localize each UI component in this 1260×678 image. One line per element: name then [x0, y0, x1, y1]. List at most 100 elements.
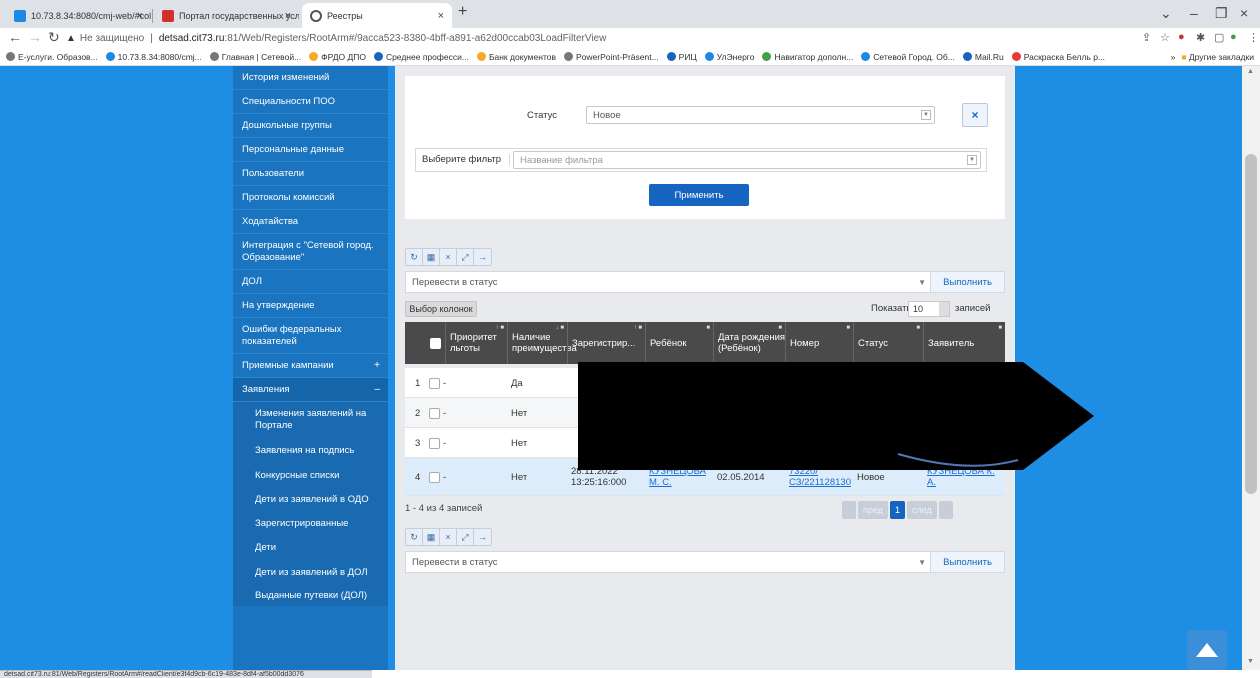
sidebar-subitem[interactable]: Заявления на подпись [233, 438, 388, 464]
col-advantage[interactable]: Наличие преимущества ↓ ■ [507, 322, 577, 364]
bookmark[interactable]: Сетевой Город. Об... [861, 52, 955, 62]
scroll-to-top-button[interactable] [1187, 630, 1227, 670]
col-birthdate[interactable]: Дата рождения (Ребёнок) ■ [713, 322, 785, 364]
scrollbar-thumb[interactable] [1245, 154, 1257, 494]
menu-icon[interactable]: ⋮ [1248, 31, 1259, 44]
page-size-select[interactable]: 10 [908, 301, 950, 317]
row-checkbox[interactable] [429, 407, 440, 419]
transfer-status-bar[interactable]: Перевести в статус ▼ Выполнить [405, 271, 1005, 293]
sidebar-item[interactable]: История изменений [233, 66, 388, 90]
filter-select[interactable]: Название фильтра ▼ [513, 151, 981, 169]
last-page-button[interactable] [938, 501, 953, 519]
sidebar-item[interactable]: Дошкольные группы [233, 114, 388, 138]
clear-status-button[interactable]: × [962, 103, 988, 127]
close-icon[interactable]: × [440, 249, 457, 265]
sidebar-item[interactable]: Заявления – [233, 378, 388, 402]
sidebar-item[interactable]: Ходатайства [233, 210, 388, 234]
bookmark[interactable]: 10.73.8.34:8080/cmj... [105, 52, 202, 62]
row-checkbox[interactable] [429, 377, 440, 389]
bookmark[interactable]: Е-услуги. Образов... [6, 52, 98, 62]
first-page-button[interactable] [842, 501, 856, 519]
bookmark[interactable]: Mail.Ru [962, 52, 1004, 62]
sidebar-item[interactable]: Интеграция с "Сетевой город. Образование… [233, 234, 388, 270]
bookmark[interactable]: РИЦ [666, 52, 697, 62]
bookmark[interactable]: Навигатор дополн... [762, 52, 853, 62]
page-1-button[interactable]: 1 [889, 501, 905, 519]
star-icon[interactable]: ☆ [1160, 31, 1170, 44]
sidebar-subitem[interactable]: Дети из заявлений в ДОЛ [233, 560, 388, 586]
sidebar-item[interactable]: Персональные данные [233, 138, 388, 162]
adblock-icon[interactable]: ● [1178, 31, 1185, 43]
share-icon[interactable]: ⇪ [1142, 31, 1151, 44]
col-registered[interactable]: Зарегистрир... ↑ ■ [567, 322, 645, 364]
expand-icon[interactable]: + [374, 360, 380, 372]
bookmark[interactable]: Главная | Сетевой... [209, 52, 301, 62]
grid-icon[interactable]: ▦ [423, 529, 440, 545]
sidebar-item[interactable]: Приемные кампании + [233, 354, 388, 378]
choose-columns-button[interactable]: Выбор колонок [405, 301, 477, 317]
close-icon[interactable]: × [137, 10, 143, 22]
sidebar-item[interactable]: Протоколы комиссий [233, 186, 388, 210]
close-icon[interactable]: × [285, 10, 291, 22]
bookmark[interactable]: ФРДО ДПО [309, 52, 366, 62]
next-page-button[interactable]: след [906, 501, 937, 519]
forward-icon[interactable]: → [28, 29, 42, 45]
apply-button[interactable]: Применить [649, 184, 749, 206]
scroll-down-icon[interactable]: ▼ [1247, 658, 1254, 665]
arrow-right-icon[interactable]: → [474, 529, 491, 545]
sidebar-subitem[interactable]: Изменения заявлений на Портале [233, 402, 388, 438]
tab-registers[interactable]: Реестры × [302, 3, 452, 28]
sidebar-subitem[interactable]: Конкурсные списки [233, 464, 388, 488]
minimize-icon[interactable]: – [1190, 5, 1198, 21]
col-child[interactable]: Ребёнок ■ [645, 322, 713, 364]
reload-icon[interactable]: ↻ [48, 29, 60, 46]
sidepanel-icon[interactable]: ▢ [1214, 31, 1224, 44]
row-checkbox[interactable] [429, 471, 440, 483]
refresh-icon[interactable]: ↻ [406, 529, 423, 545]
extensions-icon[interactable]: ✱ [1196, 31, 1205, 44]
status-select[interactable]: Новое ▼ [586, 106, 935, 124]
scrollbar[interactable]: ▲ ▼ [1242, 66, 1260, 670]
close-icon[interactable]: × [438, 10, 444, 22]
col-status[interactable]: Статус ■ [853, 322, 923, 364]
tab-cmj[interactable]: 10.73.8.34:8080/cmj-web/#collec × [6, 3, 151, 28]
transfer-status-bar-bottom[interactable]: Перевести в статус ▼ Выполнить [405, 551, 1005, 573]
bookmarks-more-icon[interactable]: » [1171, 52, 1176, 62]
grid-icon[interactable]: ▦ [423, 249, 440, 265]
url-input[interactable]: ▲ Не защищено | detsad.cit73.ru:81/Web/R… [66, 29, 1186, 47]
other-bookmarks[interactable]: ■ Другие закладки [1181, 52, 1254, 62]
sidebar-subitem[interactable]: Зарегистрированные [233, 512, 388, 536]
execute-button[interactable]: Выполнить [930, 272, 1004, 292]
back-icon[interactable]: ← [8, 29, 22, 45]
sidebar-subitem[interactable]: Дети [233, 536, 388, 560]
bookmark[interactable]: Раскраска Белль р... [1011, 52, 1105, 62]
close-window-icon[interactable]: × [1240, 5, 1248, 21]
sidebar-item[interactable]: ДОЛ [233, 270, 388, 294]
tab-gosuslugi[interactable]: Портал государственных услуг × [154, 3, 299, 28]
execute-button[interactable]: Выполнить [930, 552, 1004, 572]
scroll-up-icon[interactable]: ▲ [1247, 68, 1254, 75]
restore-icon[interactable]: ❐ [1215, 5, 1228, 22]
prev-page-button[interactable]: пред [858, 501, 888, 519]
bookmark[interactable]: PowerPoint-Präsent... [563, 52, 659, 62]
bookmark[interactable]: Банк документов [476, 52, 556, 62]
sidebar-subitem[interactable]: Дети из заявлений в ОДО [233, 488, 388, 512]
avatar[interactable]: ● [1230, 31, 1237, 43]
chevron-down-icon[interactable]: ⌄ [1160, 5, 1172, 22]
sidebar-subitem[interactable]: Выданные путевки (ДОЛ) [233, 586, 388, 606]
col-applicant[interactable]: Заявитель ■ [923, 322, 1005, 364]
expand-icon[interactable]: ⤢ [457, 529, 474, 545]
new-tab-icon[interactable]: + [458, 3, 467, 21]
expand-icon[interactable]: ⤢ [457, 249, 474, 265]
sidebar-item[interactable]: На утверждение [233, 294, 388, 318]
col-number[interactable]: Номер ■ [785, 322, 853, 364]
sidebar-item[interactable]: Ошибки федеральных показателей [233, 318, 388, 354]
arrow-right-icon[interactable]: → [474, 249, 491, 265]
collapse-icon[interactable]: – [374, 384, 380, 396]
sidebar-item[interactable]: Пользователи [233, 162, 388, 186]
bookmark[interactable]: УлЭнерго [704, 52, 754, 62]
bookmark[interactable]: Среднее професси... [373, 52, 469, 62]
select-all-checkbox[interactable] [430, 337, 441, 349]
row-checkbox[interactable] [429, 437, 440, 449]
refresh-icon[interactable]: ↻ [406, 249, 423, 265]
